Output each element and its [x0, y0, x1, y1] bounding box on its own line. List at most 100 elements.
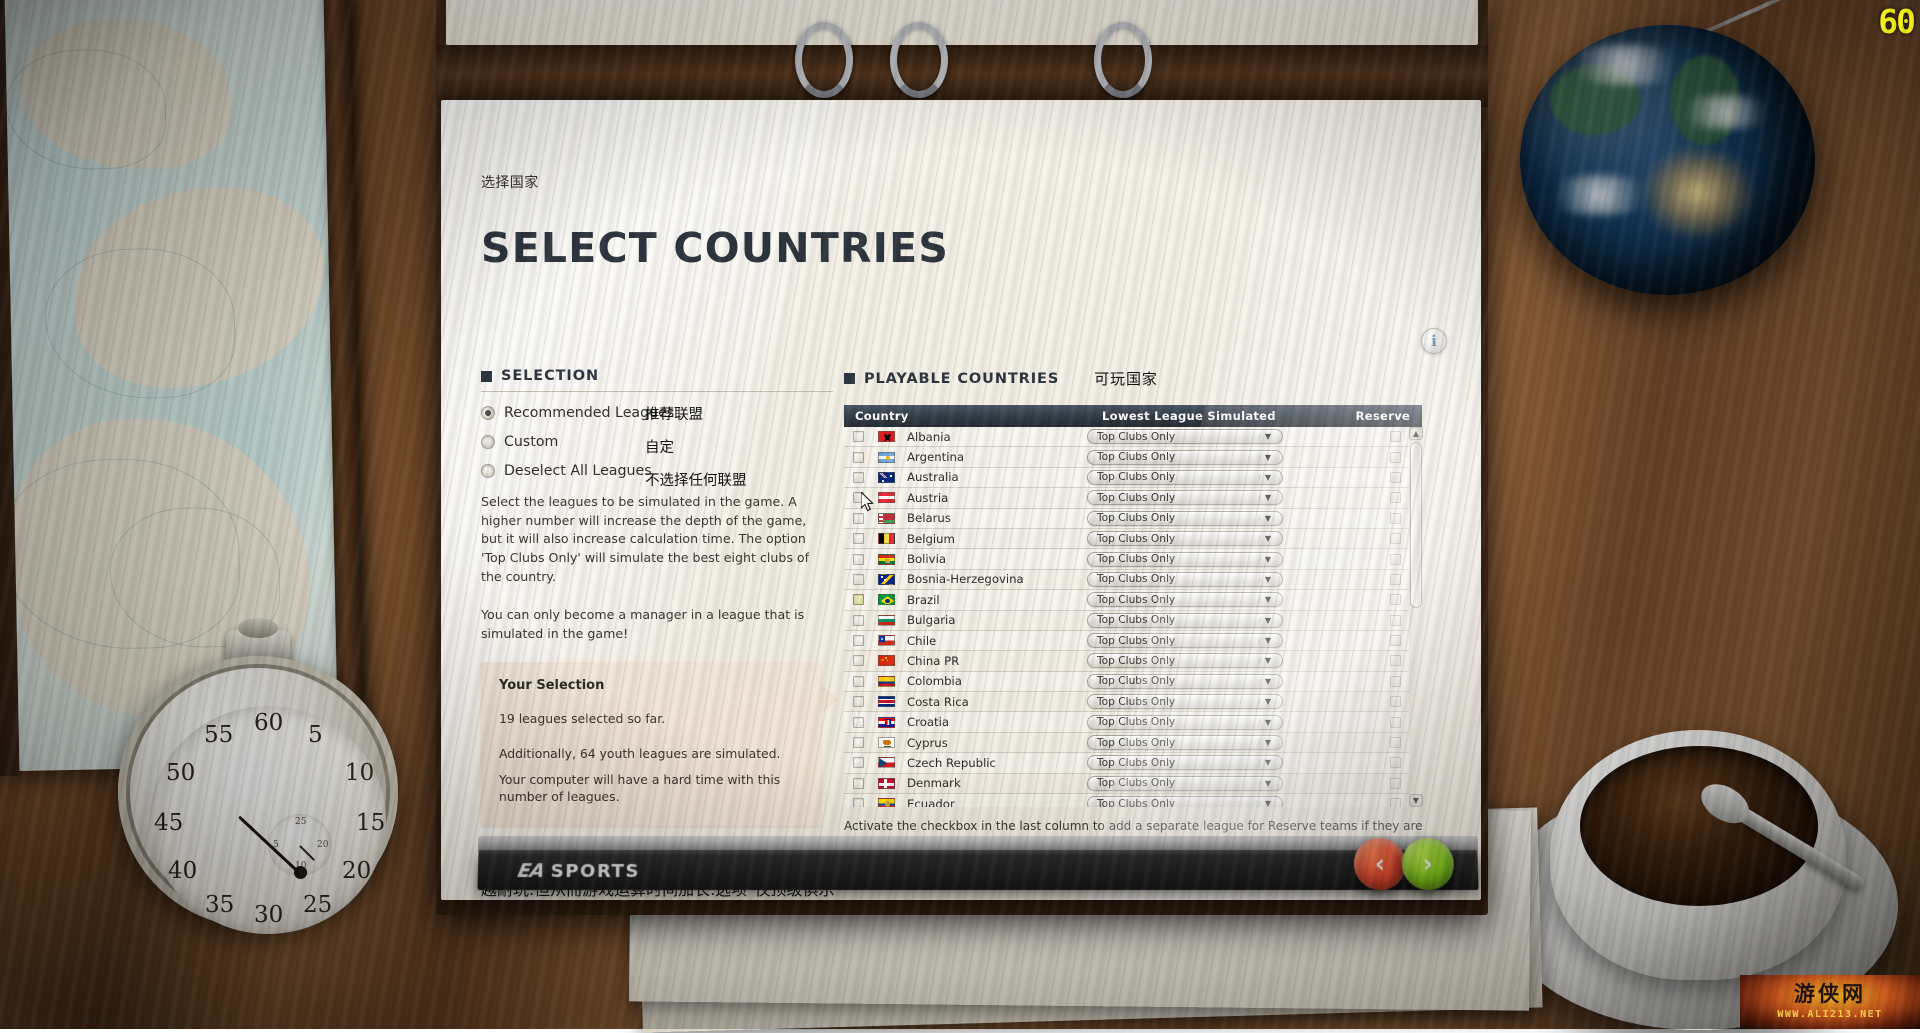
chevron-down-icon[interactable]: ▼ [1260, 614, 1276, 627]
lowest-league-select[interactable]: Top Clubs Only▼ [1087, 653, 1283, 668]
country-checkbox[interactable] [853, 615, 864, 626]
chevron-down-icon[interactable]: ▼ [1260, 491, 1276, 504]
lowest-league-select[interactable]: Top Clubs Only▼ [1087, 776, 1283, 791]
country-checkbox[interactable] [853, 635, 864, 646]
table-row[interactable]: Bosnia-HerzegovinaTop Clubs Only▼ [844, 570, 1422, 590]
reserve-checkbox[interactable] [1390, 615, 1401, 626]
reserve-checkbox[interactable] [1390, 574, 1401, 585]
country-checkbox[interactable] [853, 452, 864, 463]
chevron-down-icon[interactable]: ▼ [1260, 756, 1276, 769]
lowest-league-select[interactable]: Top Clubs Only▼ [1087, 592, 1283, 607]
table-row[interactable]: BoliviaTop Clubs Only▼ [844, 549, 1422, 569]
reserve-checkbox[interactable] [1390, 513, 1401, 524]
chevron-down-icon[interactable]: ▼ [1260, 797, 1276, 807]
table-body[interactable]: AlbaniaTop Clubs Only▼ArgentinaTop Clubs… [844, 427, 1422, 807]
country-checkbox[interactable] [853, 757, 864, 768]
table-row[interactable]: CroatiaTop Clubs Only▼ [844, 712, 1422, 732]
table-row[interactable]: China PRTop Clubs Only▼ [844, 651, 1422, 671]
radio-recommended-leagues[interactable]: Recommended Leagues 推荐联盟 [481, 405, 833, 421]
radio-deselect-all[interactable]: Deselect All Leagues 不选择任何联盟 [481, 463, 833, 479]
table-row[interactable]: Czech RepublicTop Clubs Only▼ [844, 753, 1422, 773]
reserve-checkbox[interactable] [1390, 452, 1401, 463]
lowest-league-select[interactable]: Top Clubs Only▼ [1087, 490, 1283, 505]
country-checkbox[interactable] [853, 574, 864, 585]
reserve-checkbox[interactable] [1390, 635, 1401, 646]
reserve-checkbox[interactable] [1390, 655, 1401, 666]
lowest-league-select[interactable]: Top Clubs Only▼ [1087, 450, 1283, 465]
table-scrollbar[interactable]: ▲ ▼ [1409, 427, 1423, 807]
country-checkbox[interactable] [853, 594, 864, 605]
table-row[interactable]: AlbaniaTop Clubs Only▼ [844, 427, 1422, 447]
table-row[interactable]: BelarusTop Clubs Only▼ [844, 509, 1422, 529]
country-checkbox[interactable] [853, 655, 864, 666]
lowest-league-select[interactable]: Top Clubs Only▼ [1087, 715, 1283, 730]
country-checkbox[interactable] [853, 798, 864, 807]
chevron-down-icon[interactable]: ▼ [1260, 675, 1276, 688]
country-checkbox[interactable] [853, 737, 864, 748]
country-checkbox[interactable] [853, 717, 864, 728]
chevron-down-icon[interactable]: ▼ [1260, 777, 1276, 790]
country-checkbox[interactable] [853, 676, 864, 687]
table-row[interactable]: DenmarkTop Clubs Only▼ [844, 774, 1422, 794]
lowest-league-select[interactable]: Top Clubs Only▼ [1087, 613, 1283, 628]
lowest-league-select[interactable]: Top Clubs Only▼ [1087, 552, 1283, 567]
chevron-down-icon[interactable]: ▼ [1260, 573, 1276, 586]
reserve-checkbox[interactable] [1390, 757, 1401, 768]
chevron-down-icon[interactable]: ▼ [1260, 430, 1276, 443]
table-row[interactable]: ArgentinaTop Clubs Only▼ [844, 447, 1422, 467]
lowest-league-select[interactable]: Top Clubs Only▼ [1087, 511, 1283, 526]
table-row[interactable]: Costa RicaTop Clubs Only▼ [844, 692, 1422, 712]
country-checkbox[interactable] [853, 472, 864, 483]
chevron-down-icon[interactable]: ▼ [1260, 532, 1276, 545]
info-icon[interactable]: i [1421, 328, 1447, 354]
country-checkbox[interactable] [853, 778, 864, 789]
lowest-league-select[interactable]: Top Clubs Only▼ [1087, 796, 1283, 807]
table-row[interactable]: EcuadorTop Clubs Only▼ [844, 794, 1422, 807]
lowest-league-select[interactable]: Top Clubs Only▼ [1087, 735, 1283, 750]
next-button[interactable]: › [1401, 838, 1454, 890]
country-checkbox[interactable] [853, 554, 864, 565]
lowest-league-select[interactable]: Top Clubs Only▼ [1087, 470, 1283, 485]
chevron-down-icon[interactable]: ▼ [1260, 695, 1276, 708]
lowest-league-select[interactable]: Top Clubs Only▼ [1087, 633, 1283, 648]
country-checkbox[interactable] [853, 513, 864, 524]
radio-icon-custom[interactable] [481, 435, 495, 449]
reserve-checkbox[interactable] [1390, 472, 1401, 483]
table-row[interactable]: BulgariaTop Clubs Only▼ [844, 611, 1422, 631]
radio-icon-deselect-all[interactable] [481, 464, 495, 478]
reserve-checkbox[interactable] [1390, 492, 1401, 503]
back-button[interactable]: ‹ [1353, 838, 1406, 890]
reserve-checkbox[interactable] [1390, 737, 1401, 748]
scroll-up-icon[interactable]: ▲ [1409, 427, 1423, 440]
country-checkbox[interactable] [853, 431, 864, 442]
reserve-checkbox[interactable] [1390, 554, 1401, 565]
lowest-league-select[interactable]: Top Clubs Only▼ [1087, 694, 1283, 709]
table-row[interactable]: CyprusTop Clubs Only▼ [844, 733, 1422, 753]
chevron-down-icon[interactable]: ▼ [1260, 736, 1276, 749]
reserve-checkbox[interactable] [1390, 676, 1401, 687]
scrollbar-thumb[interactable] [1410, 442, 1422, 608]
table-row[interactable]: BrazilTop Clubs Only▼ [844, 590, 1422, 610]
radio-custom[interactable]: Custom 自定 [481, 434, 833, 450]
reserve-checkbox[interactable] [1390, 798, 1401, 807]
reserve-checkbox[interactable] [1390, 717, 1401, 728]
country-checkbox[interactable] [853, 696, 864, 707]
chevron-down-icon[interactable]: ▼ [1260, 471, 1276, 484]
table-row[interactable]: AustraliaTop Clubs Only▼ [844, 468, 1422, 488]
reserve-checkbox[interactable] [1390, 533, 1401, 544]
table-row[interactable]: ChileTop Clubs Only▼ [844, 631, 1422, 651]
reserve-checkbox[interactable] [1390, 431, 1401, 442]
radio-icon-recommended[interactable] [481, 406, 495, 420]
table-row[interactable]: BelgiumTop Clubs Only▼ [844, 529, 1422, 549]
lowest-league-select[interactable]: Top Clubs Only▼ [1087, 531, 1283, 546]
country-checkbox[interactable] [853, 533, 864, 544]
chevron-down-icon[interactable]: ▼ [1260, 593, 1276, 606]
lowest-league-select[interactable]: Top Clubs Only▼ [1087, 572, 1283, 587]
table-row[interactable]: ColombiaTop Clubs Only▼ [844, 672, 1422, 692]
chevron-down-icon[interactable]: ▼ [1260, 512, 1276, 525]
scroll-down-icon[interactable]: ▼ [1409, 794, 1423, 807]
reserve-checkbox[interactable] [1390, 594, 1401, 605]
reserve-checkbox[interactable] [1390, 696, 1401, 707]
lowest-league-select[interactable]: Top Clubs Only▼ [1087, 755, 1283, 770]
chevron-down-icon[interactable]: ▼ [1260, 553, 1276, 566]
